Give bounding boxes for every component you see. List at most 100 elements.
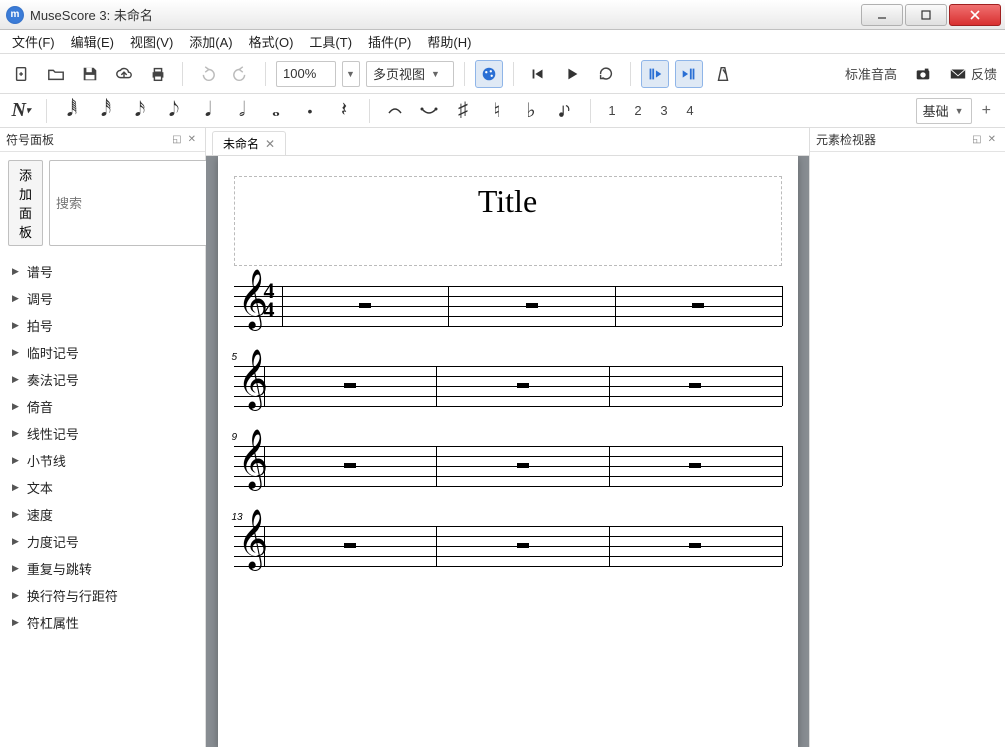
rest-icon[interactable]: 𝄽 — [331, 98, 357, 124]
standard-pitch-label[interactable]: 标准音高 — [845, 64, 897, 83]
inspector-undock-icon[interactable]: ◱ — [969, 134, 984, 145]
staff-system[interactable]: 5𝄞 — [234, 366, 782, 406]
slur-icon[interactable] — [416, 98, 442, 124]
tree-item-repeats[interactable]: ▶重复与跳转 — [0, 555, 205, 582]
close-panel-icon[interactable]: ✕ — [185, 134, 199, 145]
staff-system[interactable]: 9𝄞 — [234, 446, 782, 486]
tree-item-barlines[interactable]: ▶小节线 — [0, 447, 205, 474]
whole-rest — [344, 543, 356, 548]
menu-add[interactable]: 添加(A) — [181, 30, 240, 53]
add-workspace-icon[interactable]: + — [976, 102, 997, 120]
flat-icon[interactable]: ♭ — [518, 98, 544, 124]
tree-item-breaks[interactable]: ▶换行符与行距符 — [0, 582, 205, 609]
loop-out-icon[interactable] — [675, 60, 703, 88]
menu-view[interactable]: 视图(V) — [122, 30, 181, 53]
score-title[interactable]: Title — [478, 183, 537, 220]
whole-rest — [692, 303, 704, 308]
note-8th-icon[interactable]: 𝅘𝅥𝅮 — [161, 98, 187, 124]
app-icon: m — [6, 6, 24, 24]
camera-icon[interactable] — [909, 60, 937, 88]
note-input-mode-icon[interactable]: N▾ — [8, 98, 34, 124]
natural-icon[interactable]: ♮ — [484, 98, 510, 124]
note-half-icon[interactable]: 𝅗𝅥 — [229, 98, 255, 124]
document-tabstrip: 未命名 ✕ — [206, 128, 809, 156]
save-icon[interactable] — [76, 60, 104, 88]
whole-rest — [517, 383, 529, 388]
print-icon[interactable] — [144, 60, 172, 88]
whole-rest — [359, 303, 371, 308]
voice-3[interactable]: 3 — [655, 103, 673, 118]
tie-icon[interactable] — [382, 98, 408, 124]
tree-item-lines[interactable]: ▶线性记号 — [0, 420, 205, 447]
undock-icon[interactable]: ◱ — [169, 134, 184, 145]
add-palette-button[interactable]: 添加面板 — [8, 160, 43, 246]
view-mode-combo[interactable]: 多页视图▼ — [366, 61, 454, 87]
note-quarter-icon[interactable]: 𝅘𝅥 — [195, 98, 221, 124]
palette-icon[interactable] — [475, 60, 503, 88]
tree-item-tempo[interactable]: ▶速度 — [0, 501, 205, 528]
title-frame[interactable]: Title — [234, 176, 782, 266]
tree-item-dynamics[interactable]: ▶力度记号 — [0, 528, 205, 555]
palette-tree: ▶谱号 ▶调号 ▶拍号 ▶临时记号 ▶奏法记号 ▶倚音 ▶线性记号 ▶小节线 ▶… — [0, 254, 205, 640]
whole-rest — [344, 463, 356, 468]
zoom-combo[interactable]: 100% — [276, 61, 336, 87]
menu-file[interactable]: 文件(F) — [4, 30, 63, 53]
titlebar: m MuseScore 3: 未命名 — [0, 0, 1005, 30]
tree-item-keysig[interactable]: ▶调号 — [0, 285, 205, 312]
feedback-label: 反馈 — [971, 64, 997, 83]
inspector-close-icon[interactable]: ✕ — [985, 134, 999, 145]
play-icon[interactable] — [558, 60, 586, 88]
note-32nd-icon[interactable]: 𝅘𝅥𝅰 — [93, 98, 119, 124]
rewind-icon[interactable] — [524, 60, 552, 88]
dot-icon[interactable]: • — [297, 98, 323, 124]
open-folder-icon[interactable] — [42, 60, 70, 88]
tree-item-articulations[interactable]: ▶奏法记号 — [0, 366, 205, 393]
note-64th-icon[interactable]: 𝅘𝅥𝅱 — [59, 98, 85, 124]
tree-item-clefs[interactable]: ▶谱号 — [0, 258, 205, 285]
loop-in-icon[interactable] — [641, 60, 669, 88]
barline — [782, 526, 783, 566]
zoom-value: 100% — [283, 66, 316, 81]
note-16th-icon[interactable]: 𝅘𝅥𝅯 — [127, 98, 153, 124]
redo-icon[interactable] — [227, 60, 255, 88]
barline — [609, 366, 610, 406]
voice-4[interactable]: 4 — [681, 103, 699, 118]
menu-tools[interactable]: 工具(T) — [301, 30, 360, 53]
flip-icon[interactable] — [552, 98, 578, 124]
staff-system[interactable]: 𝄞44 — [234, 286, 782, 326]
tree-item-grace[interactable]: ▶倚音 — [0, 393, 205, 420]
tab-label: 未命名 — [223, 135, 259, 152]
feedback-button[interactable]: 反馈 — [949, 64, 997, 83]
tab-close-icon[interactable]: ✕ — [265, 137, 275, 151]
maximize-button[interactable] — [905, 4, 947, 26]
tree-item-timesig[interactable]: ▶拍号 — [0, 312, 205, 339]
sharp-icon[interactable]: ♯ — [450, 98, 476, 124]
new-file-icon[interactable] — [8, 60, 36, 88]
note-whole-icon[interactable]: 𝅝 — [263, 98, 289, 124]
menu-edit[interactable]: 编辑(E) — [63, 30, 122, 53]
zoom-dropdown[interactable]: ▼ — [342, 61, 360, 87]
menu-help[interactable]: 帮助(H) — [419, 30, 479, 53]
score-view: 未命名 ✕ Title 𝄞44 5𝄞 9𝄞 13𝄞 — [206, 128, 809, 747]
minimize-button[interactable] — [861, 4, 903, 26]
tree-item-accidentals[interactable]: ▶临时记号 — [0, 339, 205, 366]
menu-format[interactable]: 格式(O) — [241, 30, 302, 53]
cloud-upload-icon[interactable] — [110, 60, 138, 88]
inspector-title: 元素检视器 — [816, 131, 876, 148]
staff-system[interactable]: 13𝄞 — [234, 526, 782, 566]
undo-icon[interactable] — [193, 60, 221, 88]
tree-item-beam[interactable]: ▶符杠属性 — [0, 609, 205, 636]
barline — [615, 286, 616, 326]
whole-rest — [344, 383, 356, 388]
menu-plugins[interactable]: 插件(P) — [360, 30, 419, 53]
view-mode-label: 多页视图 — [373, 64, 425, 83]
tree-item-text[interactable]: ▶文本 — [0, 474, 205, 501]
workspace-combo[interactable]: 基础▼ — [916, 98, 972, 124]
score-canvas[interactable]: Title 𝄞44 5𝄞 9𝄞 13𝄞 — [206, 156, 809, 747]
voice-2[interactable]: 2 — [629, 103, 647, 118]
metronome-icon[interactable] — [709, 60, 737, 88]
close-button[interactable] — [949, 4, 1001, 26]
voice-1[interactable]: 1 — [603, 103, 621, 118]
document-tab[interactable]: 未命名 ✕ — [212, 131, 286, 155]
loop-icon[interactable] — [592, 60, 620, 88]
